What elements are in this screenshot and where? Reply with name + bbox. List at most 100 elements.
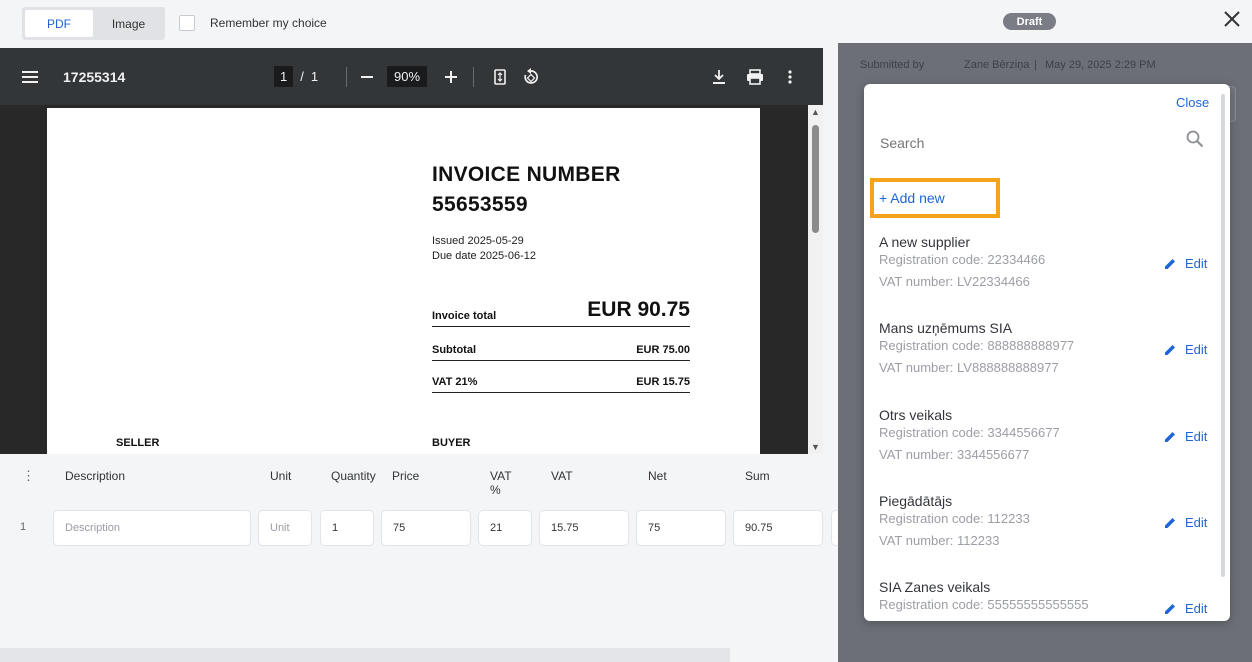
supplier-reg-code: Registration code: 22334466 (879, 252, 1046, 267)
rotate-icon[interactable] (522, 48, 540, 105)
menu-icon[interactable] (22, 48, 38, 105)
supplier-name: A new supplier (879, 234, 971, 250)
col-quantity: Quantity (331, 469, 376, 483)
invoice-issued: Issued 2025-05-29 (432, 235, 524, 247)
edit-supplier-button[interactable]: Edit (1164, 515, 1207, 530)
submitted-at: May 29, 2025 2:29 PM (1045, 59, 1156, 71)
sum-input[interactable]: 90.75 (733, 510, 823, 546)
col-price: Price (392, 469, 420, 483)
supplier-item[interactable]: SIA Zanes veikals Registration code: 555… (879, 579, 1209, 621)
supplier-item[interactable]: Mans uzņēmums SIA Registration code: 888… (879, 320, 1209, 390)
submitted-by-value: Zane Bērziņa (964, 59, 1030, 71)
pencil-icon (1165, 603, 1175, 614)
row-number: 1 (20, 521, 27, 533)
supplier-search-input[interactable] (880, 132, 1208, 154)
close-icon[interactable] (1223, 7, 1241, 35)
supplier-vat-number: VAT number: LV888888888977 (879, 360, 1059, 375)
more-options-icon[interactable] (788, 48, 792, 105)
subtotal-label: Subtotal (432, 344, 476, 356)
invoice-total-label: Invoice total (432, 310, 497, 322)
pencil-icon (1165, 431, 1175, 442)
pencil-icon (1165, 344, 1175, 355)
invoice-title: INVOICE NUMBER 55653559 (432, 160, 621, 220)
view-toggle-bar: PDF Image Remember my choice (0, 0, 838, 48)
dropdown-scrollbar[interactable] (1221, 94, 1225, 577)
zoom-level-input[interactable]: 90% (387, 66, 428, 87)
edit-label: Edit (1185, 256, 1208, 271)
supplier-name: Mans uzņēmums SIA (879, 320, 1013, 336)
supplier-item[interactable]: Piegādātājs Registration code: 112233 VA… (879, 493, 1209, 563)
add-new-supplier-button[interactable]: + Add new (870, 178, 1000, 218)
invoice-due-date: Due date 2025-06-12 (432, 250, 536, 262)
edit-supplier-button[interactable]: Edit (1164, 256, 1207, 271)
remember-label: Remember my choice (210, 16, 327, 30)
horizontal-scrollbar[interactable] (0, 648, 730, 662)
print-icon[interactable] (746, 48, 764, 105)
supplier-vat-number: VAT number: 112233 (879, 533, 1000, 548)
seller-heading: SELLER (116, 437, 160, 449)
invoice-title-line1: INVOICE NUMBER (432, 163, 621, 186)
price-input[interactable]: 75 (381, 510, 471, 546)
download-icon[interactable] (711, 48, 727, 105)
scroll-up-arrow-icon[interactable]: ▲ (811, 107, 820, 117)
status-badge: Draft (1003, 13, 1056, 30)
edit-label: Edit (1185, 429, 1208, 444)
invoice-dates: Issued 2025-05-29 Due date 2025-06-12 (432, 234, 536, 264)
col-sum: Sum (745, 469, 770, 483)
scroll-thumb[interactable] (812, 125, 819, 233)
submitted-separator: | (1034, 59, 1037, 71)
invoice-total-row: Invoice total EUR 90.75 (432, 298, 690, 327)
vat-percent-input[interactable]: 21 (478, 510, 532, 546)
remember-choice[interactable]: Remember my choice (179, 15, 327, 31)
pdf-toolbar: 17255314 1 / 1 90% (0, 48, 823, 105)
pdf-scrollbar[interactable]: ▲ ▼ (808, 105, 823, 454)
edit-supplier-button[interactable]: Edit (1164, 342, 1207, 357)
buyer-heading: BUYER (432, 437, 471, 449)
row-options-icon[interactable]: ⋮ (22, 468, 35, 484)
view-mode-segmented-control: PDF Image (22, 7, 165, 40)
total-pages: 1 (310, 69, 319, 84)
quantity-input[interactable]: 1 (320, 510, 374, 546)
col-unit: Unit (270, 469, 292, 483)
page-number-input[interactable]: 1 (274, 66, 294, 87)
supplier-name: Piegādātājs (879, 493, 953, 509)
pencil-icon (1165, 258, 1175, 269)
scroll-down-arrow-icon[interactable]: ▼ (811, 442, 820, 452)
remember-checkbox[interactable] (179, 15, 195, 31)
supplier-item[interactable]: A new supplier Registration code: 223344… (879, 234, 1209, 304)
page-separator: / (300, 69, 304, 84)
col-description: Description (65, 469, 126, 483)
edit-supplier-button[interactable]: Edit (1164, 601, 1207, 616)
zoom-out-icon[interactable] (360, 48, 374, 105)
col-vat-percent-line2: % (490, 483, 501, 497)
net-input[interactable]: 75 (636, 510, 726, 546)
supplier-reg-code: Registration code: 3344556677 (879, 425, 1060, 440)
edit-label: Edit (1185, 601, 1208, 616)
pdf-viewer: 17255314 1 / 1 90% INVOICE NUMBER 556535… (0, 48, 823, 454)
pdf-page: INVOICE NUMBER 55653559 Issued 2025-05-2… (47, 108, 760, 454)
supplier-reg-code: Registration code: 888888888977 (879, 338, 1075, 353)
dropdown-close-button[interactable]: Close (1176, 95, 1209, 110)
subtotal-row: Subtotal EUR 75.00 (432, 344, 690, 361)
fit-page-icon[interactable] (493, 48, 507, 105)
supplier-name: SIA Zanes veikals (879, 579, 991, 595)
zoom-in-icon[interactable] (444, 48, 458, 105)
supplier-name: Otrs veikals (879, 407, 953, 423)
unit-input[interactable]: Unit (258, 510, 312, 546)
supplier-vat-number: VAT number: LV22334466 (879, 274, 1030, 289)
col-vat-percent: VAT % (490, 469, 512, 497)
pencil-icon (1165, 517, 1175, 528)
pdf-tab[interactable]: PDF (25, 10, 93, 37)
vat-value: EUR 15.75 (636, 376, 690, 388)
line-items-table: ⋮ Description Unit Quantity Price VAT % … (0, 454, 841, 662)
vat-input[interactable]: 15.75 (539, 510, 629, 546)
supplier-item[interactable]: Otrs veikals Registration code: 33445566… (879, 407, 1209, 477)
description-input[interactable]: Description (53, 510, 251, 546)
subtotal-value: EUR 75.00 (636, 344, 690, 356)
col-net: Net (648, 469, 667, 483)
edit-supplier-button[interactable]: Edit (1164, 429, 1207, 444)
search-icon (1186, 130, 1206, 150)
submitted-by-label: Submitted by (860, 59, 925, 71)
image-tab[interactable]: Image (95, 10, 162, 37)
panel-header: Draft (838, 0, 1252, 43)
